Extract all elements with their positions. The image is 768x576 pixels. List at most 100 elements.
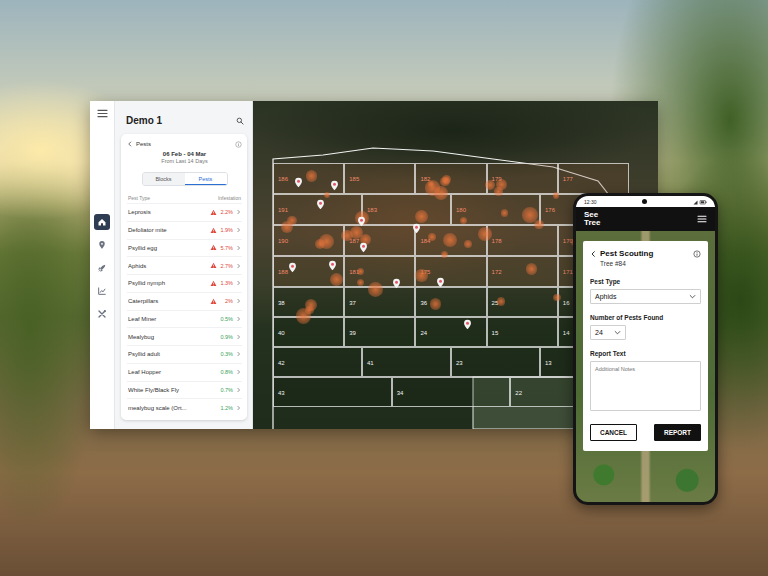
- report-button[interactable]: REPORT: [654, 424, 701, 441]
- icon-shape: [693, 250, 701, 258]
- menu-icon[interactable]: [97, 109, 108, 118]
- map-plot[interactable]: 43: [273, 377, 392, 407]
- field-label: Report Text: [590, 350, 701, 357]
- infestation-spot: [526, 263, 538, 275]
- map-pin-icon[interactable]: [316, 199, 325, 210]
- icon-shape: [392, 278, 401, 289]
- map-plot[interactable]: 177: [558, 163, 629, 194]
- cancel-button[interactable]: CANCEL: [590, 424, 637, 441]
- pest-row[interactable]: Psyllid nymph1.3%: [127, 274, 242, 292]
- map-plot[interactable]: 41: [362, 347, 451, 377]
- map-pin-icon[interactable]: [359, 242, 368, 253]
- plot-label: 23: [456, 360, 463, 366]
- map-pin-icon[interactable]: [294, 177, 303, 188]
- map-pin-icon[interactable]: [357, 216, 366, 227]
- info-icon[interactable]: [235, 141, 242, 148]
- plot-label: 22: [515, 390, 522, 396]
- map-plot[interactable]: 185: [344, 163, 415, 194]
- map-plot[interactable]: 42: [273, 347, 362, 377]
- icon-shape: [97, 217, 107, 227]
- pest-row[interactable]: Defoliator mite1.9%: [127, 221, 242, 239]
- map-plot[interactable]: 15: [487, 317, 558, 347]
- icon-shape: [99, 241, 105, 249]
- nav-item[interactable]: [94, 237, 110, 253]
- plot-label: 24: [420, 330, 427, 336]
- map-plot[interactable]: 24: [415, 317, 486, 347]
- icon-shape: [590, 250, 597, 258]
- icon-shape: [395, 281, 398, 284]
- icon-shape: [360, 243, 367, 252]
- infestation-spot: [350, 226, 363, 239]
- back-arrow-icon[interactable]: [590, 250, 597, 258]
- pest-row[interactable]: Mealybug0.9%: [127, 327, 242, 345]
- view-tab[interactable]: Pests: [185, 173, 227, 185]
- plot-label: 180: [456, 207, 466, 213]
- nav-item[interactable]: [94, 306, 110, 322]
- search-icon[interactable]: [236, 117, 244, 125]
- menu-icon[interactable]: [697, 215, 707, 223]
- pest-row[interactable]: Aphids2.7%: [127, 256, 242, 274]
- pest-value-group: 0.5%: [210, 315, 241, 322]
- report-textarea[interactable]: [590, 361, 701, 411]
- nav-item[interactable]: [94, 283, 110, 299]
- chevron-right-icon: [236, 405, 241, 411]
- field-label: Number of Pests Found: [590, 314, 701, 321]
- chevron-right-icon: [236, 280, 241, 286]
- infestation-spot: [443, 233, 457, 247]
- map-pin-icon[interactable]: [463, 319, 472, 330]
- icon-shape: [316, 199, 325, 210]
- pest-name: Leprosis: [128, 209, 207, 215]
- phone-body: Pest ScoutingTree #84Pest TypeAphidsNumb…: [576, 231, 715, 502]
- map-plot[interactable]: 39: [344, 317, 415, 347]
- icon-shape: [236, 263, 241, 269]
- nav-item[interactable]: [94, 214, 110, 230]
- warning-icon: [210, 244, 217, 251]
- icon-shape: [236, 387, 241, 393]
- chevron-right-icon: [236, 245, 241, 251]
- card-title: Pests: [136, 141, 151, 147]
- icon-shape: [393, 279, 400, 288]
- map-pin-icon[interactable]: [392, 278, 401, 289]
- tools-icon: [97, 309, 107, 319]
- map-pin-icon[interactable]: [288, 262, 297, 273]
- map-plot[interactable]: 178: [487, 225, 558, 256]
- pest-row[interactable]: White Fly/Black Fly0.7%: [127, 381, 242, 399]
- icon-shape: [236, 369, 241, 375]
- view-tab[interactable]: Blocks: [143, 173, 185, 185]
- pest-type-dropdown[interactable]: Aphids: [590, 289, 701, 304]
- back-arrow-icon[interactable]: [127, 141, 133, 147]
- pests-card: Pests06 Feb - 04 MarFrom Last 14 DaysBlo…: [121, 134, 247, 420]
- icon-shape: [101, 243, 103, 245]
- map-plot[interactable]: 23: [451, 347, 540, 377]
- side-panel: Demo 1Pests06 Feb - 04 MarFrom Last 14 D…: [115, 101, 253, 429]
- pest-name: Leaf Miner: [128, 316, 207, 322]
- pest-row[interactable]: mealybug scale (Ort...1.2%: [127, 398, 242, 416]
- pest-value-group: 1.3%: [210, 280, 241, 287]
- pest-row[interactable]: Leaf Hopper0.8%: [127, 363, 242, 381]
- icon-shape: [329, 261, 336, 270]
- pest-row[interactable]: Psyllid egg5.7%: [127, 239, 242, 257]
- column-header: Infestation: [218, 195, 241, 201]
- map-plot[interactable]: 36: [415, 287, 486, 317]
- chevron-right-icon: [236, 209, 241, 215]
- map-plot[interactable]: 172: [487, 256, 558, 287]
- icon-shape: [705, 201, 707, 203]
- chevron-right-icon: [236, 387, 241, 393]
- pest-row[interactable]: Leprosis2.2%: [127, 203, 242, 221]
- info-icon[interactable]: [693, 250, 701, 258]
- nav-item[interactable]: [94, 260, 110, 276]
- map-pin-icon[interactable]: [328, 260, 337, 271]
- icon-shape: [236, 298, 241, 304]
- pest-row[interactable]: Leaf Miner0.5%: [127, 310, 242, 328]
- map-pin-icon[interactable]: [330, 180, 339, 191]
- count-dropdown[interactable]: 24: [590, 325, 626, 340]
- icon-shape: [211, 281, 217, 286]
- pest-row[interactable]: Psyllid adult0.3%: [127, 345, 242, 363]
- icon-shape: [236, 117, 244, 125]
- map-pin-icon[interactable]: [412, 223, 421, 234]
- map-pin-icon[interactable]: [436, 277, 445, 288]
- pest-row[interactable]: Caterpillars2%: [127, 292, 242, 310]
- map-plot[interactable]: 34: [392, 377, 511, 407]
- pest-name: Defoliator mite: [128, 227, 207, 233]
- button-row: CANCEL REPORT: [590, 424, 701, 441]
